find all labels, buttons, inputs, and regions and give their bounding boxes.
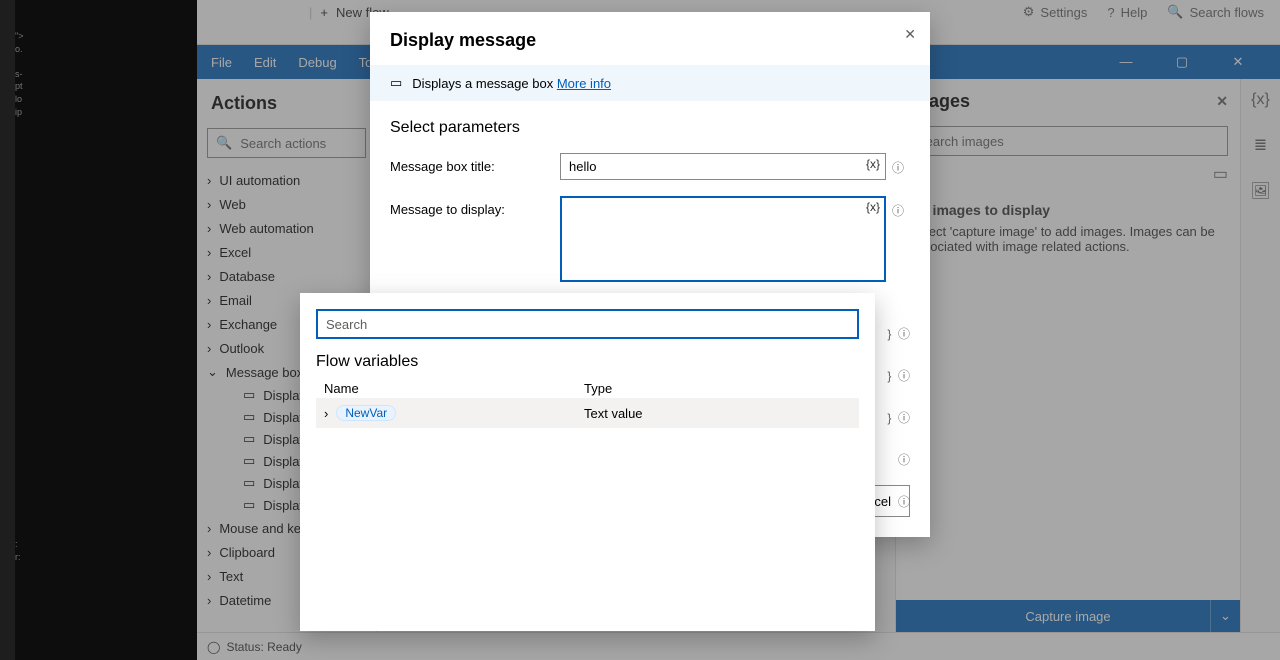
field-message: Message to display: {x} ⓘ	[390, 196, 910, 285]
search-icon: 🔍	[1167, 4, 1183, 20]
vscode-gutter	[0, 0, 15, 660]
menu-file[interactable]: File	[211, 55, 232, 70]
images-search[interactable]: Search images	[908, 126, 1228, 156]
help-button[interactable]: ?Help	[1107, 5, 1147, 20]
field-title: Message box title: {x} ⓘ	[390, 153, 910, 180]
chevron-down-icon[interactable]: ⌄	[1210, 600, 1240, 632]
close-icon[interactable]: ✕	[904, 26, 916, 43]
divider-icon: |	[309, 5, 312, 20]
variable-picker-popover: Search Flow variables Name Type › NewVar…	[300, 293, 875, 631]
chevron-right-icon: ›	[324, 406, 328, 421]
info-icon[interactable]: ⓘ	[886, 438, 910, 480]
status-icon: ◯	[207, 640, 220, 654]
chevron-right-icon: ›	[207, 221, 211, 236]
chevron-right-icon: ›	[207, 317, 211, 332]
title-input[interactable]	[560, 153, 886, 180]
message-icon: ▭	[243, 409, 255, 425]
popover-title: Flow variables	[316, 353, 859, 371]
plus-icon: +	[320, 5, 328, 20]
message-icon: ▭	[243, 475, 255, 491]
status-text: Status: Ready	[226, 640, 301, 654]
tree-node[interactable]: ›Web	[197, 192, 376, 216]
message-icon: ▭	[243, 497, 255, 513]
message-icon: ▭	[243, 431, 255, 447]
settings-button[interactable]: ⚙Settings	[1023, 4, 1088, 20]
chevron-right-icon: ›	[207, 521, 211, 536]
variables-icon[interactable]: {x}	[1251, 91, 1270, 109]
vscode-editor-bg: ">o. s-ptloip :r:	[15, 0, 197, 660]
dialog-title: Display message	[390, 30, 910, 51]
search-icon: 🔍	[216, 135, 232, 151]
tree-node[interactable]: ›Excel	[197, 240, 376, 264]
chevron-right-icon: ›	[207, 245, 211, 260]
actions-search[interactable]: 🔍 Search actions	[207, 128, 366, 158]
field-label: Message to display:	[390, 196, 560, 217]
variable-picker-icon[interactable]: {x}	[866, 157, 880, 171]
images-panel: Images ✕ Search images ▭ No images to di…	[895, 79, 1240, 632]
tree-node[interactable]: ›UI automation	[197, 168, 376, 192]
close-icon[interactable]: ✕	[1216, 93, 1228, 110]
images-icon[interactable]: 🖼	[1250, 181, 1270, 201]
window-close[interactable]: ✕	[1218, 54, 1258, 70]
menu-debug[interactable]: Debug	[298, 55, 336, 70]
variable-chip[interactable]: NewVar	[336, 405, 396, 421]
capture-image-button[interactable]: Capture image ⌄	[896, 600, 1240, 632]
variable-search[interactable]: Search	[316, 309, 859, 339]
section-title: Select parameters	[390, 119, 910, 137]
images-empty: No images to display Select 'capture ima…	[896, 184, 1240, 272]
chevron-right-icon: ›	[207, 593, 211, 608]
layers-icon[interactable]: ≣	[1254, 135, 1267, 155]
window-minimize[interactable]: —	[1106, 54, 1146, 70]
window-maximize[interactable]: ▢	[1162, 54, 1202, 70]
actions-title: Actions	[197, 89, 376, 124]
variable-row[interactable]: › NewVar Text value	[316, 398, 859, 428]
message-icon: ▭	[390, 75, 402, 91]
chevron-right-icon: ›	[207, 269, 211, 284]
chevron-down-icon: ⌄	[207, 364, 218, 380]
info-icon[interactable]: } ⓘ	[886, 354, 910, 396]
chevron-right-icon: ›	[207, 293, 211, 308]
info-column: } ⓘ } ⓘ } ⓘ ⓘ ⓘ	[886, 312, 910, 522]
chevron-right-icon: ›	[207, 545, 211, 560]
info-icon[interactable]: ⓘ	[886, 153, 910, 176]
gear-icon: ⚙	[1023, 4, 1035, 20]
col-name: Name	[324, 381, 584, 396]
chevron-right-icon: ›	[207, 173, 211, 188]
variable-table-header: Name Type	[316, 381, 859, 396]
menu-edit[interactable]: Edit	[254, 55, 276, 70]
col-type: Type	[584, 381, 612, 396]
more-info-link[interactable]: More info	[557, 76, 611, 91]
chevron-right-icon: ›	[207, 341, 211, 356]
chevron-right-icon: ›	[207, 197, 211, 212]
variable-type: Text value	[584, 406, 643, 421]
info-icon[interactable]: } ⓘ	[886, 396, 910, 438]
info-icon[interactable]: } ⓘ	[886, 312, 910, 354]
help-icon: ?	[1107, 5, 1114, 20]
side-rail: {x} ≣ 🖼	[1240, 79, 1280, 632]
message-icon: ▭	[243, 387, 255, 403]
new-image-icon[interactable]: ▭	[1213, 164, 1228, 184]
variable-picker-icon[interactable]: {x}	[866, 200, 880, 214]
field-label: Message box title:	[390, 153, 560, 174]
status-bar: ◯ Status: Ready	[197, 632, 1280, 660]
chevron-right-icon: ›	[207, 569, 211, 584]
info-icon[interactable]: ⓘ	[886, 480, 910, 522]
message-icon: ▭	[243, 453, 255, 469]
tree-node[interactable]: ›Web automation	[197, 216, 376, 240]
search-flows-button[interactable]: 🔍Search flows	[1167, 4, 1264, 20]
tree-node[interactable]: ›Database	[197, 264, 376, 288]
message-input[interactable]	[560, 196, 886, 282]
info-icon[interactable]: ⓘ	[886, 196, 910, 219]
dialog-description: ▭ Displays a message box More info	[370, 65, 930, 101]
